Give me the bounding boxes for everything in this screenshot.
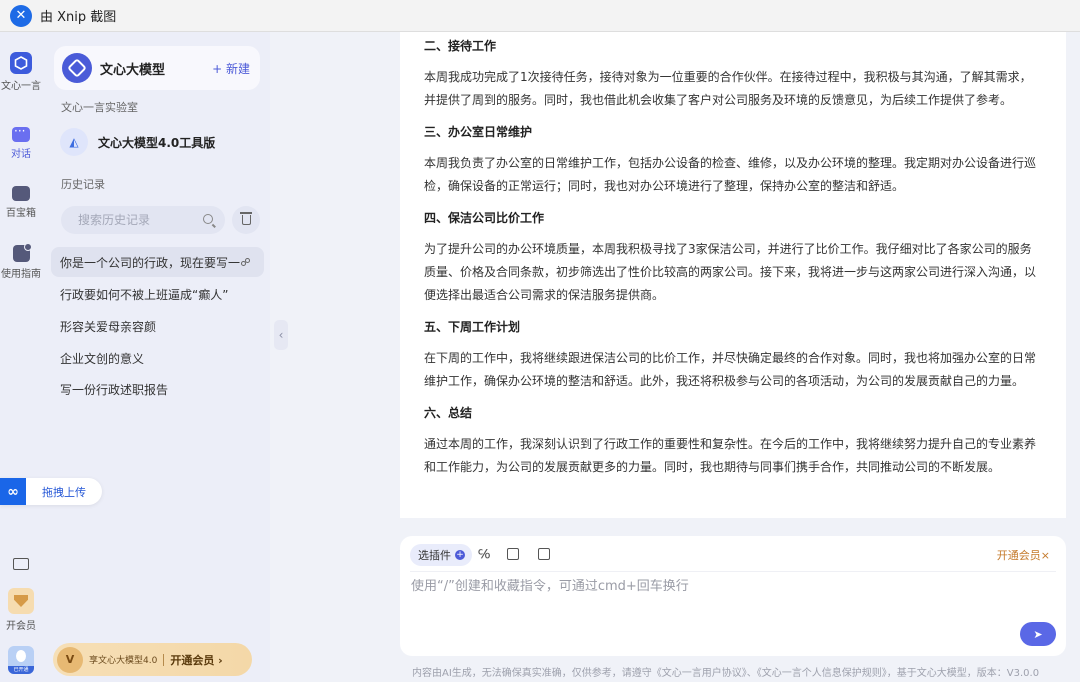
history-search	[61, 206, 225, 234]
promo-text: 享文心大模型4.0	[89, 656, 158, 666]
wenxin-logo-icon	[10, 52, 32, 74]
guide-icon	[12, 243, 32, 262]
vip-label: 开会员	[6, 621, 36, 632]
vip-promo-banner[interactable]: V 享文心大模型4.0 开通会员 ›	[53, 643, 252, 676]
file-upload-icon[interactable]	[538, 548, 550, 560]
history-item-label: 写一份行政述职报告	[60, 382, 169, 397]
select-plugin-button[interactable]: 选插件 +	[410, 544, 472, 566]
new-chat-button[interactable]: + 新建	[212, 60, 250, 77]
open-vip-link[interactable]: 开通会员×	[997, 547, 1050, 563]
history-item[interactable]: 行政要如何不被上班逼成“癫人”	[51, 279, 264, 309]
mail-button[interactable]	[0, 558, 42, 570]
history-item[interactable]: 写一份行政述职报告	[51, 374, 264, 404]
history-item-label: 行政要如何不被上班逼成“癫人”	[60, 287, 229, 302]
send-icon: ➤	[1033, 627, 1043, 641]
drag-upload-button[interactable]: ∞ 拖拽上传	[0, 478, 102, 505]
rail-item-toolbox[interactable]: 百宝箱	[0, 186, 42, 219]
model-logo-icon	[62, 53, 92, 83]
upload-label: 拖拽上传	[42, 485, 86, 499]
search-icon[interactable]	[203, 214, 213, 224]
send-button[interactable]: ➤	[1020, 622, 1056, 646]
section-body: 在下周的工作中，我将继续跟进保洁公司的比价工作，并尽快确定最终的合作对象。同时，…	[424, 351, 1037, 388]
window-titlebar: ✕ 由 Xnip 截图	[0, 0, 1080, 32]
plus-icon: +	[455, 550, 465, 560]
sidebar: 文心大模型 + 新建 文心一言实验室 ◭ 文心大模型4.0工具版 历史记录 你是…	[42, 32, 270, 682]
model-name: 文心大模型	[100, 62, 166, 78]
history-item[interactable]: 企业文创的意义	[51, 343, 264, 373]
chat-icon	[12, 124, 30, 142]
scroll-fade	[400, 492, 1066, 518]
vip-button[interactable]: 开会员	[0, 588, 42, 632]
answer-content: 二、接待工作 本周我成功完成了1次接待任务，接待对象为一位重要的合作伙伴。在接待…	[424, 35, 1042, 488]
vip-badge-icon: V	[57, 646, 83, 673]
rail-label-chat: 对话	[11, 149, 31, 160]
trash-icon	[239, 212, 252, 225]
user-avatar-button[interactable]: 已开通	[0, 646, 42, 674]
toolbox-icon	[12, 186, 30, 201]
rail-item-guide[interactable]: 使用指南	[0, 243, 42, 280]
prompt-input[interactable]	[411, 579, 971, 594]
tool-label: 文心大模型4.0工具版	[98, 135, 216, 150]
xnip-logo-icon: ✕	[10, 4, 32, 27]
avatar: 已开通	[8, 646, 34, 674]
open-vip-button[interactable]: 开通会员 ›	[170, 652, 222, 668]
composer-divider	[410, 571, 1056, 572]
rail-item-home[interactable]: 文心一言	[0, 52, 42, 92]
section-body: 本周我负责了办公室的日常维护工作，包括办公设备的检查、维修，以及办公环境的整理。…	[424, 156, 1037, 193]
rail-label-guide: 使用指南	[1, 269, 41, 280]
section-heading: 四、保洁公司比价工作	[424, 211, 545, 225]
history-item-label: 你是一个公司的行政，现在要写一	[60, 255, 241, 270]
share-icon[interactable]	[241, 258, 250, 267]
mail-icon	[13, 558, 29, 570]
vip-diamond-icon	[8, 588, 34, 614]
lab-section-title: 文心一言实验室	[61, 101, 138, 114]
collapse-sidebar-button[interactable]: ‹	[274, 320, 288, 350]
section-heading: 三、办公室日常维护	[424, 125, 533, 139]
section-heading: 二、接待工作	[424, 39, 497, 53]
section-heading: 五、下周工作计划	[424, 320, 521, 334]
history-item[interactable]: 形容关爱母亲容颜	[51, 311, 264, 341]
rail-label-home: 文心一言	[1, 81, 41, 92]
model-selector[interactable]: 文心大模型 + 新建	[54, 46, 260, 90]
window-title: 由 Xnip 截图	[40, 10, 117, 25]
rail-label-toolbox: 百宝箱	[6, 208, 36, 219]
promo-divider	[163, 653, 165, 666]
tool-item-ernie4[interactable]: ◭ 文心大模型4.0工具版	[60, 128, 215, 156]
clear-history-button[interactable]	[232, 206, 260, 234]
history-search-input[interactable]	[78, 213, 198, 227]
rail-item-chat[interactable]: 对话	[0, 124, 42, 160]
avatar-tag: 已开通	[8, 666, 34, 674]
instruction-icon[interactable]: ℅	[478, 548, 490, 560]
history-section-title: 历史记录	[61, 178, 105, 191]
section-body: 为了提升公司的办公环境质量，本周我积极寻找了3家保洁公司，并进行了比价工作。我仔…	[424, 242, 1037, 302]
section-body: 通过本周的工作，我深刻认识到了行政工作的重要性和复杂性。在今后的工作中，我将继续…	[424, 437, 1037, 474]
history-item-label: 形容关爱母亲容颜	[60, 319, 157, 334]
chevron-left-icon: ‹	[278, 328, 284, 342]
plugin-tool-icon: ◭	[60, 128, 88, 156]
plugin-label: 选插件	[418, 549, 451, 562]
history-item[interactable]: 你是一个公司的行政，现在要写一	[51, 247, 264, 277]
section-body: 本周我成功完成了1次接待任务，接待对象为一位重要的合作伙伴。在接待过程中，我积极…	[424, 70, 1032, 107]
section-heading: 六、总结	[424, 406, 473, 420]
composer: 选插件 + ℅ 开通会员× ➤	[400, 536, 1066, 656]
disclaimer-text: 内容由AI生成，无法确保真实准确，仅供参考，请遵守《文心一言用户协议》、《文心一…	[412, 668, 1040, 679]
baidu-netdisk-icon: ∞	[0, 478, 26, 505]
left-rail: 文心一言 对话 百宝箱 使用指南 开会员 已开通	[0, 32, 42, 682]
history-item-label: 企业文创的意义	[60, 351, 145, 366]
image-upload-icon[interactable]	[507, 548, 519, 560]
answer-card: 二、接待工作 本周我成功完成了1次接待任务，接待对象为一位重要的合作伙伴。在接待…	[400, 32, 1066, 518]
